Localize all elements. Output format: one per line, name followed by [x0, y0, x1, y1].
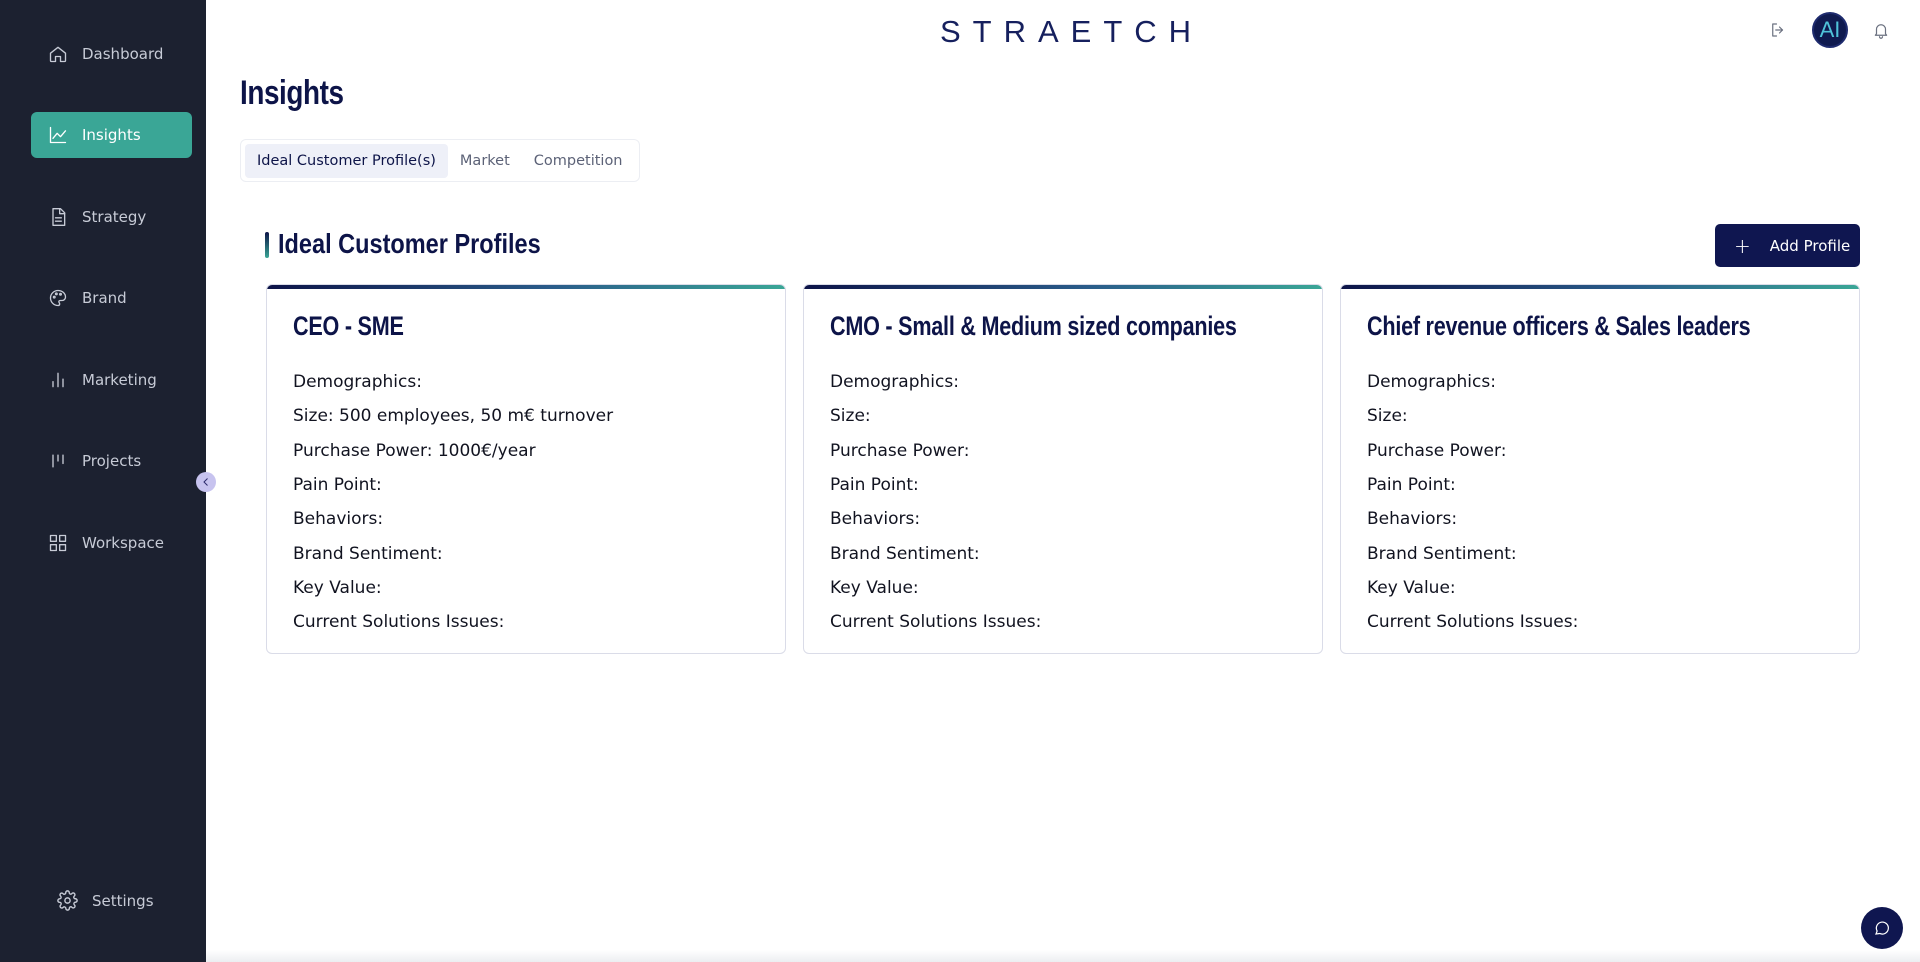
field-purchase-power: Purchase Power:: [830, 440, 970, 461]
field-key-value: Key Value:: [293, 577, 382, 598]
sidebar-item-projects[interactable]: Projects: [31, 438, 192, 484]
sidebar-item-brand[interactable]: Brand: [31, 275, 192, 321]
home-icon: [47, 43, 69, 65]
add-profile-button[interactable]: + Add Profile: [1715, 224, 1860, 267]
gear-icon: [57, 890, 78, 911]
sidebar-item-label: Brand: [82, 289, 127, 307]
profile-card[interactable]: CMO - Small & Medium sized companies Dem…: [803, 284, 1323, 654]
chat-bubble-icon: [1875, 921, 1889, 935]
notifications-button[interactable]: [1871, 20, 1891, 40]
sidebar-item-label: Workspace: [82, 534, 164, 552]
grid-icon: [47, 532, 69, 554]
sidebar-item-label: Insights: [82, 126, 141, 144]
tab-market[interactable]: Market: [448, 144, 522, 178]
sidebar-item-label: Projects: [82, 452, 142, 470]
bell-icon: [1874, 24, 1888, 39]
document-icon: [47, 206, 69, 228]
sidebar-item-marketing[interactable]: Marketing: [31, 357, 192, 403]
profile-title: Chief revenue officers & Sales leaders: [1367, 311, 1751, 341]
chevron-left-icon: [203, 478, 208, 486]
kanban-icon: [47, 450, 69, 472]
logo: STRAETCH: [940, 14, 1204, 49]
field-pain-point: Pain Point:: [830, 475, 919, 496]
field-brand-sentiment: Brand Sentiment:: [1367, 543, 1517, 564]
sidebar-item-label: Dashboard: [82, 45, 164, 63]
field-key-value: Key Value:: [1367, 577, 1456, 598]
profile-title: CEO - SME: [293, 311, 404, 341]
tab-ideal-customer-profiles[interactable]: Ideal Customer Profile(s): [245, 143, 448, 178]
profile-fields: Demographics: Size: Purchase Power: Pain…: [830, 365, 1041, 639]
field-behaviors: Behaviors:: [293, 509, 384, 530]
card-accent-line: [267, 285, 785, 289]
sidebar-item-label: Marketing: [82, 371, 157, 389]
palette-icon: [47, 287, 69, 309]
tab-competition[interactable]: Competition: [522, 144, 635, 178]
field-behaviors: Behaviors:: [830, 509, 921, 530]
profile-card[interactable]: Chief revenue officers & Sales leaders D…: [1340, 284, 1860, 654]
collapse-sidebar-button[interactable]: [196, 472, 216, 492]
field-demographics: Demographics:: [293, 372, 422, 393]
card-accent-line: [804, 285, 1322, 289]
profile-card[interactable]: CEO - SME Demographics: Size: 500 employ…: [266, 284, 786, 654]
logout-icon: [1772, 23, 1784, 37]
section-accent-bar: [265, 232, 269, 258]
field-current-solutions-issues: Current Solutions Issues:: [1367, 612, 1579, 633]
settings-button[interactable]: Settings: [57, 890, 154, 911]
field-purchase-power: Purchase Power:: [1367, 440, 1507, 461]
logout-button[interactable]: [1768, 20, 1788, 40]
field-size: Size:: [1367, 406, 1408, 427]
field-key-value: Key Value:: [830, 577, 919, 598]
field-current-solutions-issues: Current Solutions Issues:: [830, 612, 1042, 633]
field-purchase-power: Purchase Power: 1000€/year: [293, 440, 536, 461]
field-pain-point: Pain Point:: [1367, 475, 1456, 496]
field-brand-sentiment: Brand Sentiment:: [293, 543, 443, 564]
field-size: Size: 500 employees, 50 m€ turnover: [293, 406, 614, 427]
profile-fields: Demographics: Size: Purchase Power: Pain…: [1367, 365, 1578, 639]
profile-fields: Demographics: Size: 500 employees, 50 m€…: [293, 365, 613, 639]
sidebar: Dashboard Insights Strategy Brand Market…: [0, 0, 206, 962]
field-behaviors: Behaviors:: [1367, 509, 1458, 530]
card-accent-line: [1341, 285, 1859, 289]
sidebar-item-insights[interactable]: Insights: [31, 112, 192, 158]
settings-label: Settings: [92, 891, 154, 910]
footer-shadow: [206, 950, 1920, 962]
field-demographics: Demographics:: [1367, 372, 1496, 393]
chat-button[interactable]: [1861, 907, 1903, 949]
field-pain-point: Pain Point:: [293, 475, 382, 496]
profile-title: CMO - Small & Medium sized companies: [830, 311, 1237, 341]
avatar[interactable]: AI: [1812, 12, 1848, 48]
field-current-solutions-issues: Current Solutions Issues:: [293, 612, 505, 633]
sidebar-item-strategy[interactable]: Strategy: [31, 194, 192, 240]
sidebar-item-dashboard[interactable]: Dashboard: [31, 31, 192, 77]
page-title: Insights: [240, 74, 344, 112]
plus-icon: +: [1734, 233, 1751, 258]
bar-chart-icon: [47, 369, 69, 391]
field-brand-sentiment: Brand Sentiment:: [830, 543, 980, 564]
sidebar-item-workspace[interactable]: Workspace: [31, 520, 192, 566]
field-size: Size:: [830, 406, 871, 427]
field-demographics: Demographics:: [830, 372, 959, 393]
sidebar-item-label: Strategy: [82, 208, 147, 226]
chart-line-icon: [47, 124, 69, 146]
section-title: Ideal Customer Profiles: [278, 228, 541, 259]
tab-bar: Ideal Customer Profile(s) Market Competi…: [240, 139, 640, 182]
add-profile-label: Add Profile: [1769, 236, 1851, 255]
